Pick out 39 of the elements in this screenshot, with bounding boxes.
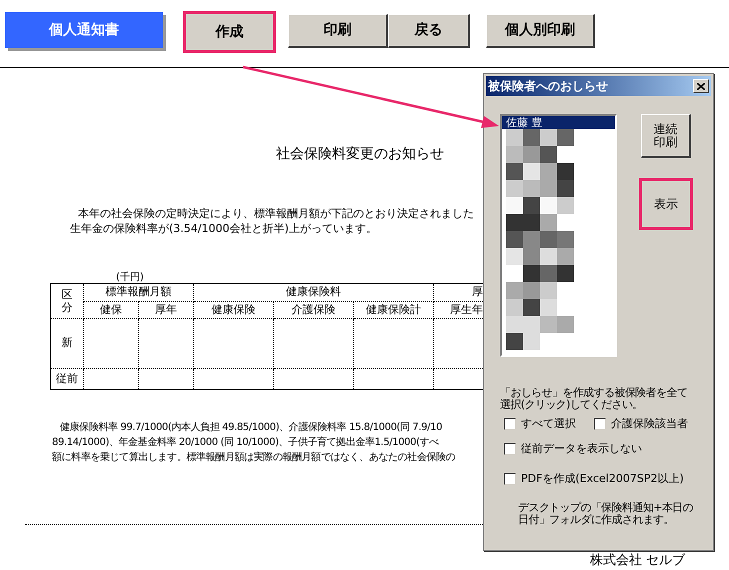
dialog-button[interactable]: 連続印刷 [641,114,691,158]
row-label: 新 [50,318,84,368]
close-button[interactable] [693,79,709,93]
close-icon [697,82,705,90]
list-box[interactable]: 佐藤 豊 [500,114,617,357]
note-line: 健康保険料率 99.7/1000(内本人負担 49.85/1000)、介護保険料率 15.8/1000(同 7.9/10 [60,420,442,435]
toolbar-button[interactable]: 個人通知書 [5,12,163,48]
checkbox[interactable] [504,418,516,430]
checkbox-label[interactable]: 従前データを表示しない [521,440,642,457]
checkbox-label[interactable]: すべて選択 [521,416,576,432]
dialog-button[interactable]: 表示 [639,178,693,230]
table-header: 区分 [50,284,84,318]
note-line: 89.14/1000)、年金基金料率 20/1000 (同 10/1000)、子供子育て拠出金率1.5/1000(すべ [52,436,439,450]
checkbox[interactable] [504,473,516,486]
dialog-title: 被保険者へのおしらせ [488,78,608,95]
document-title: 社会保険料変更のお知らせ [276,145,444,164]
company-name: 株式会社 セルブ [590,552,686,570]
toolbar-button[interactable]: 印刷 [288,14,388,48]
checkbox-label[interactable]: PDFを作成(Excel2007SP2以上) [521,471,684,488]
checkbox[interactable] [504,442,516,455]
toolbar-button[interactable]: 戻る [388,14,470,48]
toolbar-button[interactable]: 個人別印刷 [486,14,595,48]
paragraph-line: 本年の社会保険の定時決定により、標準報酬月額が下記のとおり決定されました [78,206,474,222]
table-header: 健康保険計 [354,301,434,318]
table-header: 健保 [84,301,138,318]
table-header: 標準報酬月額 [84,284,194,301]
checkbox-label[interactable]: 介護保険該当者 [611,416,688,432]
list-item[interactable]: 佐藤 豊 [502,116,615,129]
toolbar-button[interactable]: 作成 [183,11,276,53]
note-line: 額に料率を乗じて算出します。標準報酬月額は実際の報酬月額ではなく、あなたの社会保険の [52,450,456,465]
table-header: 厚年 [138,301,194,318]
unit-label: (千円) [116,270,144,285]
instruction-text: 「おしらせ」を作成する被保険者を全て選択(クリック)してください。 [500,387,688,411]
paragraph-line: 生年金の保険料率が(3.54/1000会社と折半)上がっています。 [70,221,377,237]
table-header: 健康保険 [194,301,274,318]
note-text: デスクトップの「保険料通知+本日の日付」フォルダに作成されます。 [518,502,694,526]
table-header: 健康保険料 [194,284,434,301]
table-header: 介護保険 [274,301,354,318]
checkbox[interactable] [594,418,606,430]
